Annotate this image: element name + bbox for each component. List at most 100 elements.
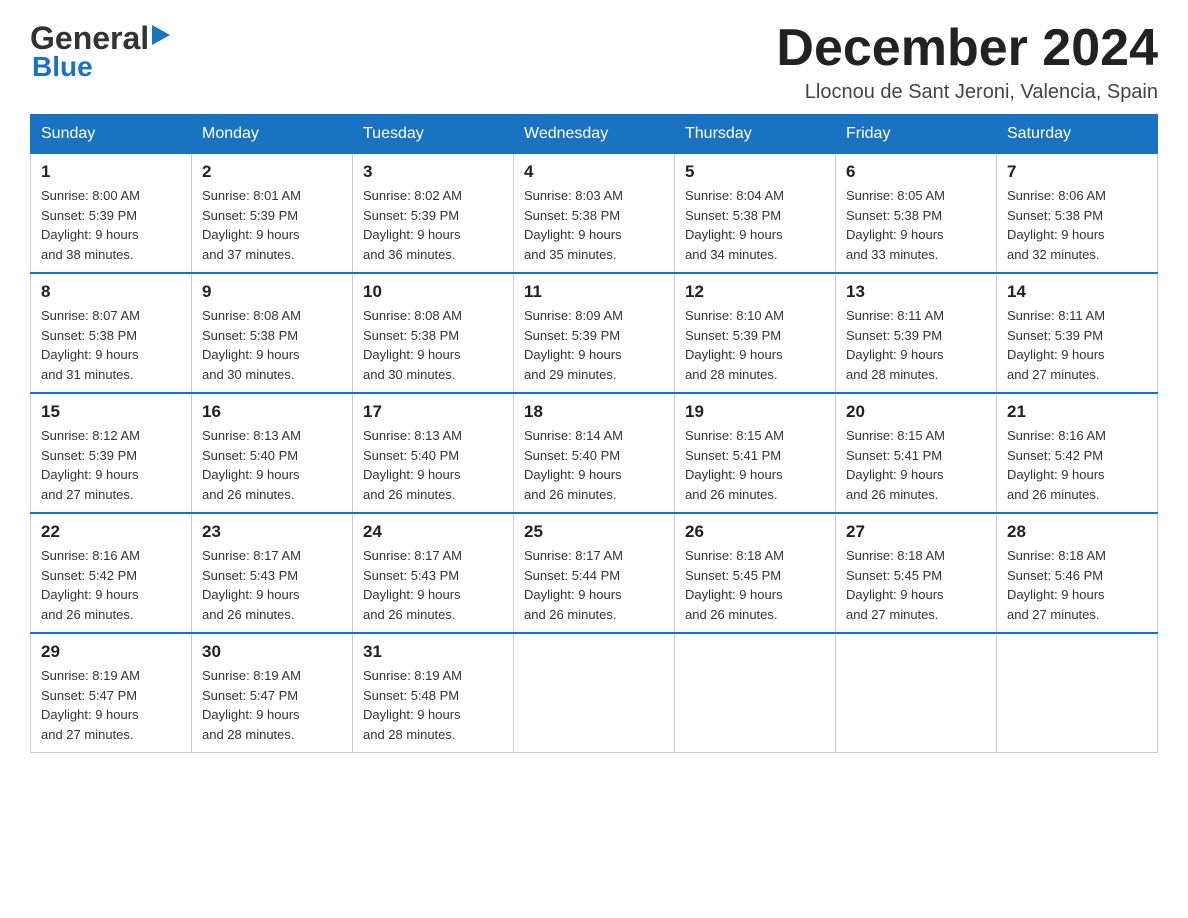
calendar-cell: 9 Sunrise: 8:08 AMSunset: 5:38 PMDaylight… <box>192 273 353 393</box>
calendar-cell: 12 Sunrise: 8:10 AMSunset: 5:39 PMDayligh… <box>675 273 836 393</box>
calendar-cell: 30Sunrise: 8:19 AMSunset: 5:47 PMDayligh… <box>192 633 353 753</box>
day-number: 9 <box>202 282 342 302</box>
day-number: 17 <box>363 402 503 422</box>
calendar-cell: 14 Sunrise: 8:11 AMSunset: 5:39 PMDayligh… <box>997 273 1158 393</box>
calendar-cell: 24 Sunrise: 8:17 AMSunset: 5:43 PMDayligh… <box>353 513 514 633</box>
day-number: 12 <box>685 282 825 302</box>
day-number: 16 <box>202 402 342 422</box>
calendar-cell: 15 Sunrise: 8:12 AMSunset: 5:39 PMDayligh… <box>31 393 192 513</box>
day-number: 6 <box>846 162 986 182</box>
day-number: 20 <box>846 402 986 422</box>
day-info: Sunrise: 8:09 AMSunset: 5:39 PMDaylight:… <box>524 306 664 384</box>
calendar-week-row: 22Sunrise: 8:16 AMSunset: 5:42 PMDayligh… <box>31 513 1158 633</box>
logo-blue: Blue <box>32 51 93 83</box>
calendar-cell <box>514 633 675 753</box>
day-number: 19 <box>685 402 825 422</box>
day-number: 27 <box>846 522 986 542</box>
month-title: December 2024 <box>776 20 1158 77</box>
day-info: Sunrise: 8:17 AMSunset: 5:43 PMDaylight:… <box>202 546 342 624</box>
calendar-cell: 17 Sunrise: 8:13 AMSunset: 5:40 PMDayligh… <box>353 393 514 513</box>
calendar-cell: 26 Sunrise: 8:18 AMSunset: 5:45 PMDayligh… <box>675 513 836 633</box>
day-number: 31 <box>363 642 503 662</box>
calendar-cell: 5 Sunrise: 8:04 AMSunset: 5:38 PMDaylight… <box>675 154 836 274</box>
calendar-week-row: 1 Sunrise: 8:00 AMSunset: 5:39 PMDaylight… <box>31 154 1158 274</box>
day-info: Sunrise: 8:04 AMSunset: 5:38 PMDaylight:… <box>685 186 825 264</box>
calendar-body: 1 Sunrise: 8:00 AMSunset: 5:39 PMDaylight… <box>31 154 1158 753</box>
calendar-cell: 21Sunrise: 8:16 AMSunset: 5:42 PMDayligh… <box>997 393 1158 513</box>
calendar-table: Sunday Monday Tuesday Wednesday Thursday… <box>30 114 1158 753</box>
col-friday: Friday <box>836 115 997 154</box>
day-info: Sunrise: 8:12 AMSunset: 5:39 PMDaylight:… <box>41 426 181 504</box>
calendar-cell: 16 Sunrise: 8:13 AMSunset: 5:40 PMDayligh… <box>192 393 353 513</box>
day-number: 4 <box>524 162 664 182</box>
calendar-cell: 13 Sunrise: 8:11 AMSunset: 5:39 PMDayligh… <box>836 273 997 393</box>
day-number: 15 <box>41 402 181 422</box>
day-info: Sunrise: 8:17 AMSunset: 5:44 PMDaylight:… <box>524 546 664 624</box>
day-number: 1 <box>41 162 181 182</box>
day-info: Sunrise: 8:15 AMSunset: 5:41 PMDaylight:… <box>846 426 986 504</box>
calendar-cell: 10Sunrise: 8:08 AMSunset: 5:38 PMDayligh… <box>353 273 514 393</box>
calendar-cell: 18Sunrise: 8:14 AMSunset: 5:40 PMDayligh… <box>514 393 675 513</box>
day-info: Sunrise: 8:15 AMSunset: 5:41 PMDaylight:… <box>685 426 825 504</box>
day-number: 14 <box>1007 282 1147 302</box>
day-info: Sunrise: 8:13 AMSunset: 5:40 PMDaylight:… <box>202 426 342 504</box>
day-info: Sunrise: 8:02 AMSunset: 5:39 PMDaylight:… <box>363 186 503 264</box>
calendar-cell: 6 Sunrise: 8:05 AMSunset: 5:38 PMDaylight… <box>836 154 997 274</box>
day-info: Sunrise: 8:19 AMSunset: 5:47 PMDaylight:… <box>202 666 342 744</box>
day-info: Sunrise: 8:01 AMSunset: 5:39 PMDaylight:… <box>202 186 342 264</box>
day-number: 23 <box>202 522 342 542</box>
logo: General Blue <box>30 20 170 83</box>
day-info: Sunrise: 8:18 AMSunset: 5:45 PMDaylight:… <box>685 546 825 624</box>
day-number: 25 <box>524 522 664 542</box>
col-monday: Monday <box>192 115 353 154</box>
day-info: Sunrise: 8:19 AMSunset: 5:47 PMDaylight:… <box>41 666 181 744</box>
calendar-cell: 2 Sunrise: 8:01 AMSunset: 5:39 PMDaylight… <box>192 154 353 274</box>
col-thursday: Thursday <box>675 115 836 154</box>
day-number: 13 <box>846 282 986 302</box>
calendar-week-row: 8Sunrise: 8:07 AMSunset: 5:38 PMDaylight… <box>31 273 1158 393</box>
calendar-cell: 22Sunrise: 8:16 AMSunset: 5:42 PMDayligh… <box>31 513 192 633</box>
day-number: 26 <box>685 522 825 542</box>
day-number: 22 <box>41 522 181 542</box>
page-header: General Blue December 2024 Llocnou de Sa… <box>30 20 1158 104</box>
day-info: Sunrise: 8:06 AMSunset: 5:38 PMDaylight:… <box>1007 186 1147 264</box>
day-info: Sunrise: 8:11 AMSunset: 5:39 PMDaylight:… <box>1007 306 1147 384</box>
day-info: Sunrise: 8:17 AMSunset: 5:43 PMDaylight:… <box>363 546 503 624</box>
col-saturday: Saturday <box>997 115 1158 154</box>
day-info: Sunrise: 8:00 AMSunset: 5:39 PMDaylight:… <box>41 186 181 264</box>
calendar-cell <box>675 633 836 753</box>
calendar-header: Sunday Monday Tuesday Wednesday Thursday… <box>31 115 1158 154</box>
calendar-cell: 8Sunrise: 8:07 AMSunset: 5:38 PMDaylight… <box>31 273 192 393</box>
day-number: 11 <box>524 282 664 302</box>
day-number: 24 <box>363 522 503 542</box>
calendar-cell: 11 Sunrise: 8:09 AMSunset: 5:39 PMDayligh… <box>514 273 675 393</box>
day-number: 7 <box>1007 162 1147 182</box>
calendar-cell: 20 Sunrise: 8:15 AMSunset: 5:41 PMDayligh… <box>836 393 997 513</box>
col-sunday: Sunday <box>31 115 192 154</box>
calendar-cell: 1 Sunrise: 8:00 AMSunset: 5:39 PMDaylight… <box>31 154 192 274</box>
day-info: Sunrise: 8:14 AMSunset: 5:40 PMDaylight:… <box>524 426 664 504</box>
calendar-cell: 25 Sunrise: 8:17 AMSunset: 5:44 PMDayligh… <box>514 513 675 633</box>
day-info: Sunrise: 8:10 AMSunset: 5:39 PMDaylight:… <box>685 306 825 384</box>
day-info: Sunrise: 8:03 AMSunset: 5:38 PMDaylight:… <box>524 186 664 264</box>
day-info: Sunrise: 8:05 AMSunset: 5:38 PMDaylight:… <box>846 186 986 264</box>
calendar-cell: 3 Sunrise: 8:02 AMSunset: 5:39 PMDaylight… <box>353 154 514 274</box>
col-wednesday: Wednesday <box>514 115 675 154</box>
location: Llocnou de Sant Jeroni, Valencia, Spain <box>776 81 1158 104</box>
day-number: 29 <box>41 642 181 662</box>
day-number: 3 <box>363 162 503 182</box>
day-number: 10 <box>363 282 503 302</box>
calendar-cell: 29 Sunrise: 8:19 AMSunset: 5:47 PMDayligh… <box>31 633 192 753</box>
calendar-cell: 7 Sunrise: 8:06 AMSunset: 5:38 PMDaylight… <box>997 154 1158 274</box>
calendar-cell: 4 Sunrise: 8:03 AMSunset: 5:38 PMDaylight… <box>514 154 675 274</box>
day-number: 2 <box>202 162 342 182</box>
day-info: Sunrise: 8:16 AMSunset: 5:42 PMDaylight:… <box>1007 426 1147 504</box>
day-info: Sunrise: 8:13 AMSunset: 5:40 PMDaylight:… <box>363 426 503 504</box>
day-number: 5 <box>685 162 825 182</box>
calendar-cell <box>836 633 997 753</box>
day-info: Sunrise: 8:08 AMSunset: 5:38 PMDaylight:… <box>202 306 342 384</box>
calendar-cell: 28Sunrise: 8:18 AMSunset: 5:46 PMDayligh… <box>997 513 1158 633</box>
title-section: December 2024 Llocnou de Sant Jeroni, Va… <box>776 20 1158 104</box>
calendar-cell: 31Sunrise: 8:19 AMSunset: 5:48 PMDayligh… <box>353 633 514 753</box>
day-info: Sunrise: 8:11 AMSunset: 5:39 PMDaylight:… <box>846 306 986 384</box>
